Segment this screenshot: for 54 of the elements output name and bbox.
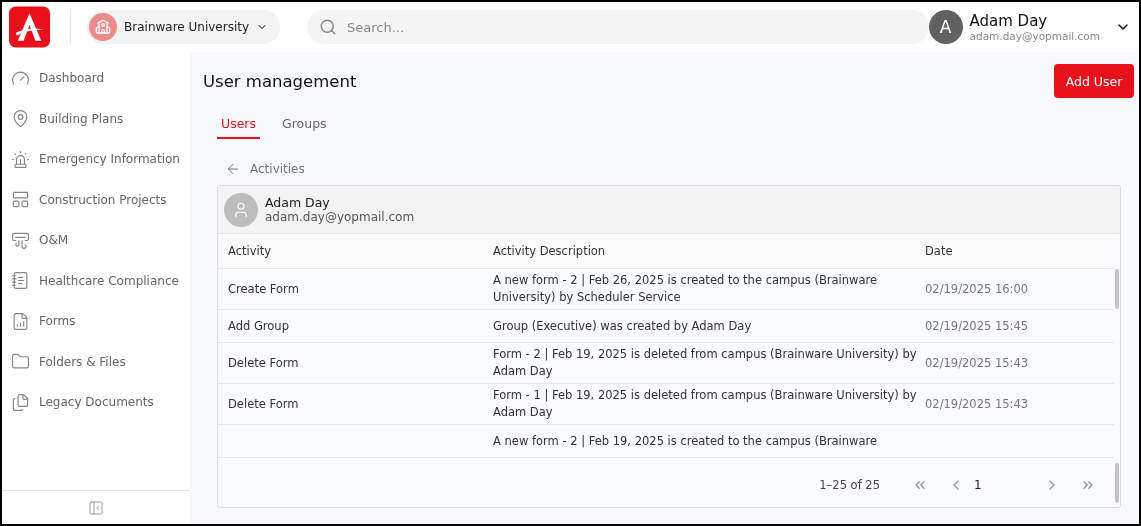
sidebar-item[interactable]: Folders & Files xyxy=(2,341,190,382)
table-cell-text: Form - 2 | Feb 19, 2025 is deleted from campus (Brainware University) by Adam Day xyxy=(493,346,918,380)
table-cell-text: 02/19/2025 16:00 xyxy=(925,282,1030,296)
section-title: Activities xyxy=(250,162,305,176)
sidebar-item[interactable]: Forms xyxy=(2,301,190,342)
user-email: adam.day@yopmail.com xyxy=(265,210,415,224)
sidebar-item[interactable]: Emergency Information xyxy=(2,139,190,180)
user-avatar: A xyxy=(928,10,963,44)
sidebar-item[interactable]: Dashboard xyxy=(2,58,190,99)
map-pin-icon xyxy=(11,109,30,129)
user-email: adam.day@yopmail.com xyxy=(969,30,1100,42)
school-icon xyxy=(89,13,118,41)
table-cell-text: Create Form xyxy=(228,280,300,298)
column-header: Activity Description xyxy=(493,244,607,258)
user-avatar xyxy=(224,192,258,227)
page-number: 1 xyxy=(974,478,983,492)
scrollbar-thumb[interactable] xyxy=(1115,269,1119,309)
sidebar-item[interactable]: Healthcare Compliance xyxy=(2,260,190,301)
table-cell-text: Delete Form xyxy=(228,395,300,413)
user-menu[interactable]: A Adam Day adam.day@yopmail.com xyxy=(928,10,1131,44)
sidebar-item[interactable]: Legacy Documents xyxy=(2,382,190,423)
documents-icon xyxy=(11,392,30,412)
column-header: Activity xyxy=(228,244,272,258)
column-header: Date xyxy=(925,244,954,258)
user-name: Adam Day xyxy=(969,12,1049,30)
table-cell-text: A new form - 2 | Feb 19, 2025 is created to the campus (Brainware xyxy=(493,432,879,450)
sidebar-item[interactable]: Construction Projects xyxy=(2,179,190,220)
notebook-icon xyxy=(11,271,30,291)
user-name: Adam Day xyxy=(265,195,331,210)
add-user-button[interactable]: Add User xyxy=(1054,64,1134,98)
table-cell-text: Form - 1 | Feb 19, 2025 is deleted from campus (Brainware University) by Adam Day xyxy=(493,387,918,421)
blueprint-icon xyxy=(11,190,30,210)
table-cell-text: 02/19/2025 15:43 xyxy=(925,397,1030,411)
search-icon xyxy=(319,18,338,36)
air-vent-icon xyxy=(11,230,30,250)
tab[interactable]: Users xyxy=(217,112,260,139)
table-cell-text: Add Group xyxy=(228,317,290,335)
pagination-range: 1–25 of 25 xyxy=(819,478,880,492)
page-title: User management xyxy=(203,72,357,91)
table-cell-text: Delete Form xyxy=(228,354,300,372)
table-cell-text: 02/19/2025 15:45 xyxy=(925,319,1030,333)
sidebar-item[interactable]: Building Plans xyxy=(2,98,190,139)
table-cell-text: Group (Executive) was created by Adam Day xyxy=(493,317,753,335)
chart-document-icon xyxy=(11,311,30,331)
collapse-sidebar-icon[interactable] xyxy=(88,499,104,516)
table-cell-text: 02/19/2025 15:43 xyxy=(925,356,1030,370)
scrollbar-thumb[interactable] xyxy=(1115,463,1119,503)
app-logo[interactable] xyxy=(9,6,51,48)
sidebar-item[interactable]: O&M xyxy=(2,220,190,261)
table-cell-text: A new form - 2 | Feb 26, 2025 is created to the campus (Brainware University) by Scheduler Service xyxy=(493,272,879,306)
siren-icon xyxy=(11,149,30,169)
campus-selector[interactable]: Brainware University xyxy=(87,10,281,44)
search-field[interactable]: Search... xyxy=(307,10,929,44)
tab[interactable]: Groups xyxy=(278,112,331,139)
